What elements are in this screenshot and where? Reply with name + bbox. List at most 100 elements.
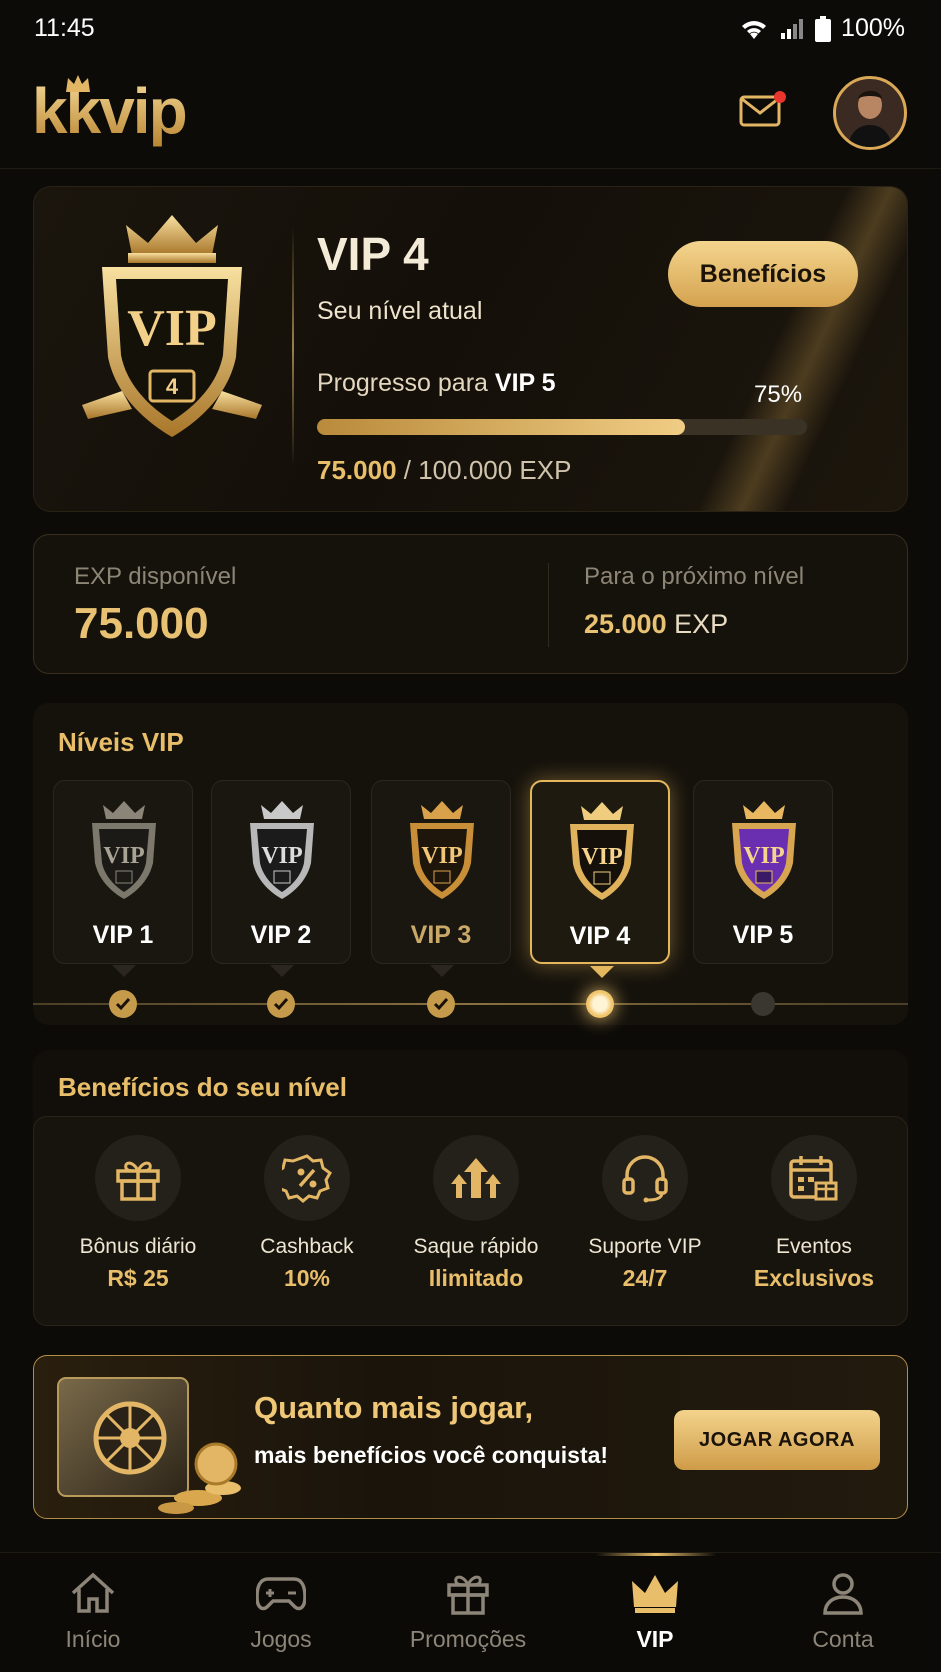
exp-divider (548, 563, 549, 647)
level-label: VIP 1 (92, 921, 154, 949)
wifi-icon (742, 20, 767, 39)
exp-summary-card: EXP disponível 75.000 Para o próximo nív… (33, 534, 908, 674)
vip1-badge-icon: VIP (92, 801, 156, 899)
benefit-value: R$ 25 (107, 1265, 169, 1291)
vip-levels-section: Níveis VIP VIP VIP 1 VIP VIP 2 VIP VIP 3… (33, 703, 908, 1025)
vip2-badge-icon: VIP (250, 801, 314, 899)
svg-text:VIP: VIP (103, 843, 144, 869)
benefit-icon-wrap (95, 1135, 181, 1221)
signal-icon (781, 18, 804, 39)
progress-exp: 75.000 / 100.000 EXP (317, 455, 571, 486)
benefit-label: Eventos (776, 1235, 852, 1258)
promo-headline: Quanto mais jogar, (254, 1390, 534, 1425)
headset-icon (622, 1155, 668, 1203)
levels-track (33, 1003, 908, 1005)
nav-label: Conta (812, 1626, 874, 1652)
benefit-daily-bonus[interactable]: Bônus diário R$ 25 (53, 1135, 223, 1292)
exp-available-value: 75.000 (74, 599, 209, 648)
header-divider (0, 168, 941, 169)
level-node-current (586, 990, 614, 1018)
svg-text:VIP: VIP (743, 843, 784, 869)
check-icon (273, 998, 289, 1011)
nav-item-inicio[interactable]: Início (18, 1571, 168, 1653)
user-icon (823, 1573, 863, 1615)
gift-icon (447, 1575, 489, 1615)
nav-item-promocoes[interactable]: Promoções (393, 1571, 543, 1653)
benefit-vip-support[interactable]: Suporte VIP 24/7 (560, 1135, 730, 1292)
benefits-button[interactable]: Benefícios (668, 241, 858, 307)
exp-next-unit: EXP (674, 609, 729, 639)
hero-divider (292, 227, 294, 467)
vip-shield-badge-icon: VIP 4 (82, 215, 262, 437)
logo-crown-icon (66, 75, 90, 92)
level-label: VIP 5 (732, 921, 794, 949)
crown-icon (632, 1575, 678, 1613)
nav-item-conta[interactable]: Conta (768, 1571, 918, 1653)
benefit-label: Bônus diário (79, 1235, 197, 1258)
check-icon (115, 998, 131, 1011)
level-label: VIP 2 (250, 921, 312, 949)
level-label: VIP 4 (569, 922, 631, 950)
benefit-icon-wrap (433, 1135, 519, 1221)
progress-target: VIP 5 (494, 369, 556, 397)
mail-icon[interactable] (738, 90, 786, 130)
benefit-icon-wrap (264, 1135, 350, 1221)
progress-label: Progresso para VIP 5 (317, 369, 556, 398)
vip4-badge-icon: VIP (570, 802, 634, 900)
nav-item-vip[interactable]: VIP (580, 1571, 730, 1653)
current-level-subtitle: Seu nível atual (317, 297, 483, 325)
exp-next-label: Para o próximo nível (584, 563, 805, 590)
status-icons: 100% (739, 14, 905, 43)
shield-text: VIP (127, 300, 217, 357)
level-card-vip5[interactable]: VIP VIP 5 (693, 780, 833, 964)
promo-banner[interactable]: Quanto mais jogar, mais benefícios você … (33, 1355, 908, 1519)
nav-label: Início (65, 1626, 121, 1652)
avatar-photo (848, 90, 892, 147)
nav-label: Jogos (250, 1626, 312, 1652)
vip5-badge-icon: VIP (732, 801, 796, 899)
benefit-value: 24/7 (622, 1265, 668, 1291)
nav-item-jogos[interactable]: Jogos (206, 1571, 356, 1653)
safe-coins-icon (57, 1377, 241, 1514)
exp-next-value: 25.000 EXP (584, 609, 728, 640)
level-pointer (112, 965, 136, 977)
status-bar: 11:45 100% (0, 0, 941, 60)
avatar[interactable] (833, 76, 907, 150)
exp-available-label: EXP disponível (74, 563, 237, 590)
benefit-icon-wrap (771, 1135, 857, 1221)
nav-label: VIP (636, 1626, 674, 1652)
check-icon (433, 998, 449, 1011)
gamepad-icon (255, 1577, 307, 1611)
level-card-vip1[interactable]: VIP VIP 1 (53, 780, 193, 977)
benefit-value: 10% (283, 1265, 331, 1291)
level-node-done (267, 990, 295, 1018)
benefit-label: Cashback (260, 1235, 354, 1258)
benefit-fast-withdraw[interactable]: Saque rápido Ilimitado (391, 1135, 561, 1292)
brand-logo[interactable]: kkvip (32, 74, 188, 148)
svg-text:VIP: VIP (261, 843, 302, 869)
exp-total: / 100.000 EXP (403, 455, 572, 485)
exp-current: 75.000 (317, 455, 397, 485)
levels-title: Níveis VIP (58, 727, 184, 757)
exp-next-amount: 25.000 (584, 609, 667, 639)
nav-active-glow (596, 1553, 716, 1556)
benefit-icon-wrap (602, 1135, 688, 1221)
level-node-locked (751, 992, 775, 1016)
play-now-button[interactable]: JOGAR AGORA (674, 1410, 880, 1470)
hero-light-streak (687, 187, 907, 511)
level-card-vip2[interactable]: VIP VIP 2 (211, 780, 351, 977)
bottom-nav: Início Jogos Promoções VIP Conta (0, 1552, 941, 1672)
vip-hero-card: VIP 4 VIP 4 Seu nível atual Benefícios P… (33, 186, 908, 512)
gift-icon (116, 1161, 160, 1201)
level-pointer (590, 966, 614, 978)
progress-bar (317, 419, 807, 435)
level-card-vip3[interactable]: VIP VIP 3 (371, 780, 511, 977)
calendar-gift-icon (789, 1156, 838, 1201)
benefit-cashback[interactable]: Cashback 10% (222, 1135, 392, 1292)
benefit-events[interactable]: Eventos Exclusivos (729, 1135, 899, 1292)
svg-text:VIP: VIP (421, 843, 462, 869)
level-card-vip4[interactable]: VIP VIP 4 (530, 780, 670, 978)
benefits-section: Benefícios do seu nível Bônus diário R$ … (33, 1050, 908, 1326)
battery-percent: 100% (841, 14, 905, 42)
current-level-title: VIP 4 (317, 228, 429, 280)
